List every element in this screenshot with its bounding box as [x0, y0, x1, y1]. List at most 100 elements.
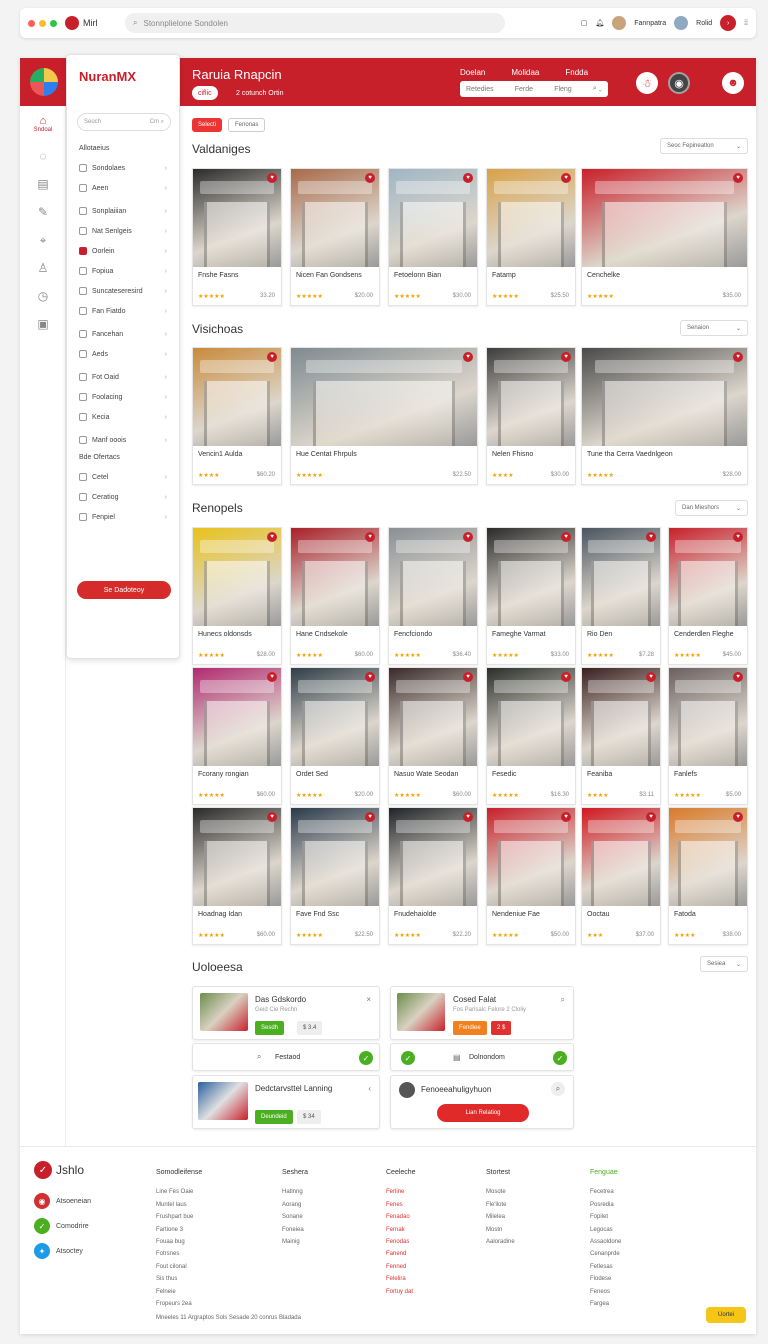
footer-link[interactable]: Posredia	[590, 1199, 621, 1211]
footer-link[interactable]: Fouaa bug	[156, 1236, 202, 1248]
suggestion-row-d[interactable]: ✓ ▤ Dolnondom ✓	[390, 1043, 574, 1071]
favorite-icon[interactable]: ♥	[463, 812, 473, 822]
footer-link[interactable]: Muntel laus	[156, 1199, 202, 1211]
footer-link[interactable]: Aorang	[282, 1199, 308, 1211]
rail-store-icon[interactable]: ▤	[20, 170, 66, 198]
product-card[interactable]: ♥ Tune tha Cerra Vaednlgeon ★★★★★ $28.00	[581, 347, 748, 485]
product-card[interactable]: ♥ Fesedic ★★★★★ $16.30	[486, 667, 576, 805]
footer-link[interactable]: Fopilet	[590, 1211, 621, 1223]
product-card[interactable]: ♥ Ooctau ★★★ $37.00	[581, 807, 661, 945]
social-link-1[interactable]: ◉ Atsoeneian	[34, 1193, 91, 1209]
footer-link[interactable]: Fenodas	[386, 1236, 416, 1248]
sidebar-item[interactable]: Fan Fiatdo ›	[67, 301, 179, 321]
grid-menu-icon[interactable]: ⁞⁞	[744, 20, 748, 27]
footer-link[interactable]: Mainig	[282, 1236, 308, 1248]
footer-link[interactable]: Mosote	[486, 1186, 515, 1198]
product-card[interactable]: ♥ Fcorany rongian ★★★★★ $60.00	[192, 667, 282, 805]
footer-link[interactable]: Fle'ilote	[486, 1199, 515, 1211]
favorite-icon[interactable]: ♥	[365, 532, 375, 542]
product-card[interactable]: ♥ Fave Fnd Ssc ★★★★★ $22.50	[290, 807, 380, 945]
favorite-icon[interactable]: ♥	[646, 532, 656, 542]
product-card[interactable]: ♥ Feaniba ★★★★ $3.11	[581, 667, 661, 805]
sidebar-item[interactable]: Oorlein ›	[67, 241, 179, 261]
footer-link[interactable]: Fernak	[386, 1224, 416, 1236]
favorite-icon[interactable]: ♥	[463, 352, 473, 362]
favorite-icon[interactable]: ♥	[733, 352, 743, 362]
favorite-icon[interactable]: ♥	[365, 812, 375, 822]
footer-link[interactable]: Aaloradine	[486, 1236, 515, 1248]
favorite-icon[interactable]: ♥	[267, 173, 277, 183]
product-card[interactable]: ♥ Vencin1 Aulda ★★★★ $60.20	[192, 347, 282, 485]
sidebar-item[interactable]: Cetel ›	[67, 467, 179, 487]
sort-dropdown-2[interactable]: Senaion ⌄	[680, 320, 748, 336]
close-icon[interactable]: ×	[366, 995, 371, 1004]
suggestion-secondary-button[interactable]: 2 $	[491, 1021, 512, 1035]
filter-chip-2[interactable]: Fenonas	[228, 118, 266, 132]
search-icon[interactable]: ⌕	[551, 1082, 565, 1096]
footer-link[interactable]: Flodese	[590, 1273, 621, 1285]
suggestion-action-button[interactable]: Deundeid	[255, 1110, 293, 1124]
bookmark-icon[interactable]: ▢	[581, 19, 588, 27]
footer-link[interactable]: Sonane	[282, 1211, 308, 1223]
favorite-icon[interactable]: ♥	[733, 173, 743, 183]
footer-link[interactable]: Fecetrea	[590, 1186, 621, 1198]
rail-tag-icon[interactable]: ⌖	[20, 226, 66, 254]
product-card[interactable]: ♥ Nicen Fan Gondsens ★★★★★ $20.00	[290, 168, 380, 306]
favorite-icon[interactable]: ♥	[463, 672, 473, 682]
favorite-icon[interactable]: ♥	[733, 672, 743, 682]
sort-dropdown-3[interactable]: Dan Mieshors ⌄	[675, 500, 748, 516]
rail-bulb-icon[interactable]: ◌	[20, 142, 66, 170]
sidebar-item[interactable]: Nat Senlgeis ›	[67, 221, 179, 241]
footer-link[interactable]: Hatlnng	[282, 1186, 308, 1198]
suggestion-action-button[interactable]: Fendiee	[453, 1021, 487, 1035]
product-card[interactable]: ♥ Fnshe Fasns ★★★★★ 33.20	[192, 168, 282, 306]
sidebar-item[interactable]: Suncateseresird ›	[67, 281, 179, 301]
product-card[interactable]: ♥ Hunecs oldonsds ★★★★★ $28.00	[192, 527, 282, 665]
product-card[interactable]: ♥ Nelen Fhisno ★★★★ $30.00	[486, 347, 576, 485]
address-bar[interactable]: ⌕ Stonnplielone Sondolen	[125, 13, 505, 33]
footer-link[interactable]: Mostn	[486, 1224, 515, 1236]
footer-link[interactable]: Cenanprde	[590, 1248, 621, 1260]
favorite-icon[interactable]: ♥	[561, 352, 571, 362]
footer-link[interactable]: Felneie	[156, 1286, 202, 1298]
product-card[interactable]: ♥ Fanlefs ★★★★★ $5.00	[668, 667, 748, 805]
footer-link[interactable]: Fenadao	[386, 1211, 416, 1223]
product-card[interactable]: ♥ Ordet Sed ★★★★★ $20.00	[290, 667, 380, 805]
sidebar-item[interactable]: Fot Oaid ›	[67, 367, 179, 387]
rail-clock-icon[interactable]: ◷	[20, 282, 66, 310]
sidebar-item[interactable]: Foolacing ›	[67, 387, 179, 407]
logo[interactable]	[20, 58, 68, 106]
sidebar-item[interactable]: Kecia ›	[67, 407, 179, 427]
sidebar-item[interactable]: Manf ooois ›	[67, 430, 179, 450]
product-card[interactable]: ♥ Nasuo Wate Seodan ★★★★★ $60.00	[388, 667, 478, 805]
browser-tab[interactable]: Mirl	[65, 16, 125, 30]
suggestion-secondary-button[interactable]: $ 3.4	[297, 1021, 323, 1035]
filter-chip-1[interactable]: Selecti	[192, 118, 223, 132]
sidebar-item[interactable]: Fancehan ›	[67, 324, 179, 344]
suggestion-card-e[interactable]: Dedctarvsttel Lanning Deundeid $ 34 ‹	[192, 1075, 380, 1129]
suggestion-row-c[interactable]: ⌕ Festaod ✓	[192, 1043, 380, 1071]
product-card[interactable]: ♥ Fameghe Varmat ★★★★★ $33.00	[486, 527, 576, 665]
suggestion-action-button[interactable]: Sesdh	[255, 1021, 285, 1035]
product-card[interactable]: ♥ Hue Centat Fhrpuls ★★★★★ $22.50	[290, 347, 478, 485]
sidebar-item[interactable]: Sonplaiiian ›	[67, 201, 179, 221]
sidebar-item[interactable]: Sondolaes ›	[67, 158, 179, 178]
favorite-icon[interactable]: ♥	[733, 532, 743, 542]
favorite-icon[interactable]: ♥	[463, 532, 473, 542]
check-icon[interactable]: ✓	[359, 1051, 373, 1065]
sort-dropdown-1[interactable]: Seoc Fepineatlon ⌄	[660, 138, 748, 154]
footer-link[interactable]: Fetlesas	[590, 1261, 621, 1273]
footer-link[interactable]: Sis thus	[156, 1273, 202, 1285]
play-icon[interactable]: ›	[720, 15, 737, 31]
footer-link[interactable]: Fargea	[590, 1298, 621, 1310]
favorite-icon[interactable]: ♥	[646, 812, 656, 822]
close-window-icon[interactable]	[28, 19, 35, 27]
favorite-icon[interactable]: ♥	[267, 812, 277, 822]
footer-link[interactable]: Fenned	[386, 1261, 416, 1273]
footer-link[interactable]: Fout cilonal	[156, 1261, 202, 1273]
footer-link[interactable]: Fropeurs 2ea	[156, 1298, 202, 1310]
footer-link[interactable]: Felelira	[386, 1273, 416, 1285]
suggestion-cta-button[interactable]: Lian Relatiog	[437, 1104, 529, 1122]
sidebar-cta-button[interactable]: Se Dadoteoy	[77, 581, 171, 599]
favorite-icon[interactable]: ♥	[646, 672, 656, 682]
